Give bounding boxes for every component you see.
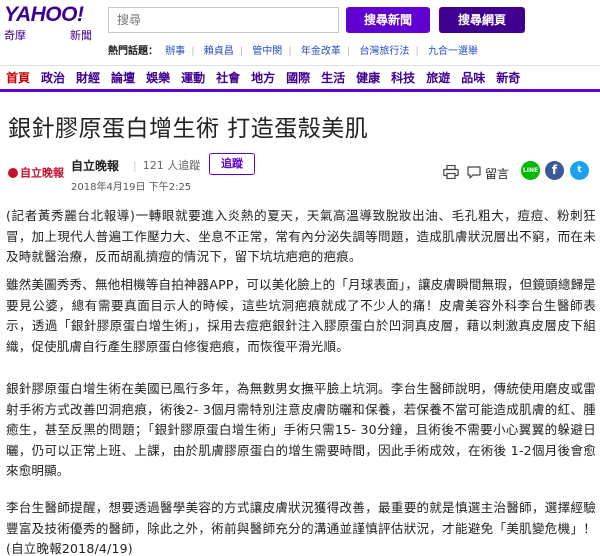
logo-subtitle: 奇摩 [4, 29, 26, 42]
hot-topic-link[interactable]: 台灣旅行法 [359, 46, 409, 57]
site-header: YAHOO! 奇摩 新聞 搜尋新聞 搜尋網頁 熱門話題： 辦事 | 賴貞昌 | 管中… [0, 0, 600, 62]
category-nav: 首頁 政治 財經 論壇 娛樂 運動 社會 地方 國際 生活 健康 科技 旅遊 品味 新奇 [0, 65, 600, 92]
hot-topic-link[interactable]: 年金改革 [301, 46, 341, 57]
article-paragraph: 雖然美圖秀秀、無他相機等自拍神器APP，可以美化臉上的「月球表面」，讓皮膚瞬間無… [6, 277, 596, 354]
nav-item-finance[interactable]: 財經 [72, 66, 104, 89]
hot-topics-bar: 熱門話題： 辦事 | 賴貞昌 | 管中閔 | 年金改革 | 台灣旅行法 | 九合一選舉 [108, 42, 484, 57]
yahoo-logo[interactable]: YAHOO! 奇摩 新聞 [4, 4, 98, 43]
source-logo-text: 自立晚報 [20, 166, 64, 180]
hot-topic-link[interactable]: 管中閔 [252, 46, 282, 57]
article-paragraph: (記者黃秀麗台北報導)一轉眼就要進入炎熱的夏天，天氣高溫導致脫妝出油、毛孔粗大，… [6, 208, 596, 264]
comment-label[interactable]: 留言 [485, 165, 509, 182]
nav-item-local[interactable]: 地方 [247, 66, 279, 89]
share-line-button[interactable]: LINE [521, 161, 540, 180]
divider: | [133, 159, 137, 172]
follower-count: | 121 人追蹤 [133, 157, 200, 173]
comment-icon[interactable] [467, 166, 481, 179]
nav-item-entertainment[interactable]: 娛樂 [142, 66, 174, 89]
logo-text[interactable]: YAHOO! [4, 4, 98, 26]
nav-item-society[interactable]: 社會 [212, 66, 244, 89]
publish-date: 2018年4月19日 下午2:25 [71, 182, 192, 193]
share-facebook-button[interactable]: f [545, 161, 564, 180]
hot-topic-link[interactable]: 辦事 [165, 46, 185, 57]
nav-item-health[interactable]: 健康 [352, 66, 384, 89]
search-news-button[interactable]: 搜尋新聞 [346, 7, 430, 33]
hot-topic-divider: | [415, 46, 419, 57]
printer-icon[interactable] [443, 165, 459, 179]
search-input[interactable] [108, 7, 339, 33]
logo-section-label[interactable]: 新聞 [70, 27, 92, 43]
source-logo[interactable]: 自立晚報 [8, 162, 64, 180]
nav-item-travel[interactable]: 旅遊 [422, 66, 454, 89]
nav-item-life[interactable]: 生活 [317, 66, 349, 89]
follower-count-text: 121 人追蹤 [142, 159, 201, 172]
nav-item-taste[interactable]: 品味 [457, 66, 489, 89]
nav-item-international[interactable]: 國際 [282, 66, 314, 89]
hot-topic-divider: | [191, 46, 195, 57]
article-title: 銀針膠原蛋白增生術 打造蛋殼美肌 [8, 116, 369, 142]
nav-item-tech[interactable]: 科技 [387, 66, 419, 89]
nav-item-politics[interactable]: 政治 [37, 66, 69, 89]
hot-topic-divider: | [346, 46, 351, 57]
search-web-button[interactable]: 搜尋網頁 [439, 7, 525, 33]
article-paragraph: 李台生醫師提醒，想要透過醫學美容的方式讓皮膚狀況獲得改善，最重要的就是慎選主治醫… [6, 500, 596, 556]
source-name[interactable]: 自立晚報 [71, 157, 119, 174]
article-paragraph: 銀針膠原蛋白增生術在美國已風行多年，為無數男女撫平臉上坑洞。李台生醫師說明，傳統… [6, 381, 596, 478]
nav-item-home[interactable]: 首頁 [0, 66, 34, 89]
source-logo-mark-icon [8, 167, 18, 178]
hot-topic-divider: | [239, 46, 244, 57]
hot-topic-link[interactable]: 賴貞昌 [204, 46, 234, 57]
nav-item-forum[interactable]: 論壇 [107, 66, 139, 89]
share-twitter-button[interactable]: t [570, 161, 589, 180]
hot-topic-divider: | [288, 46, 292, 57]
hot-topic-link[interactable]: 九合一選舉 [428, 46, 478, 57]
hot-topics-title: 熱門話題： [108, 46, 158, 57]
follow-button[interactable]: 追蹤 [209, 153, 255, 175]
nav-item-sports[interactable]: 運動 [177, 66, 209, 89]
nav-item-odd[interactable]: 新奇 [492, 66, 524, 89]
